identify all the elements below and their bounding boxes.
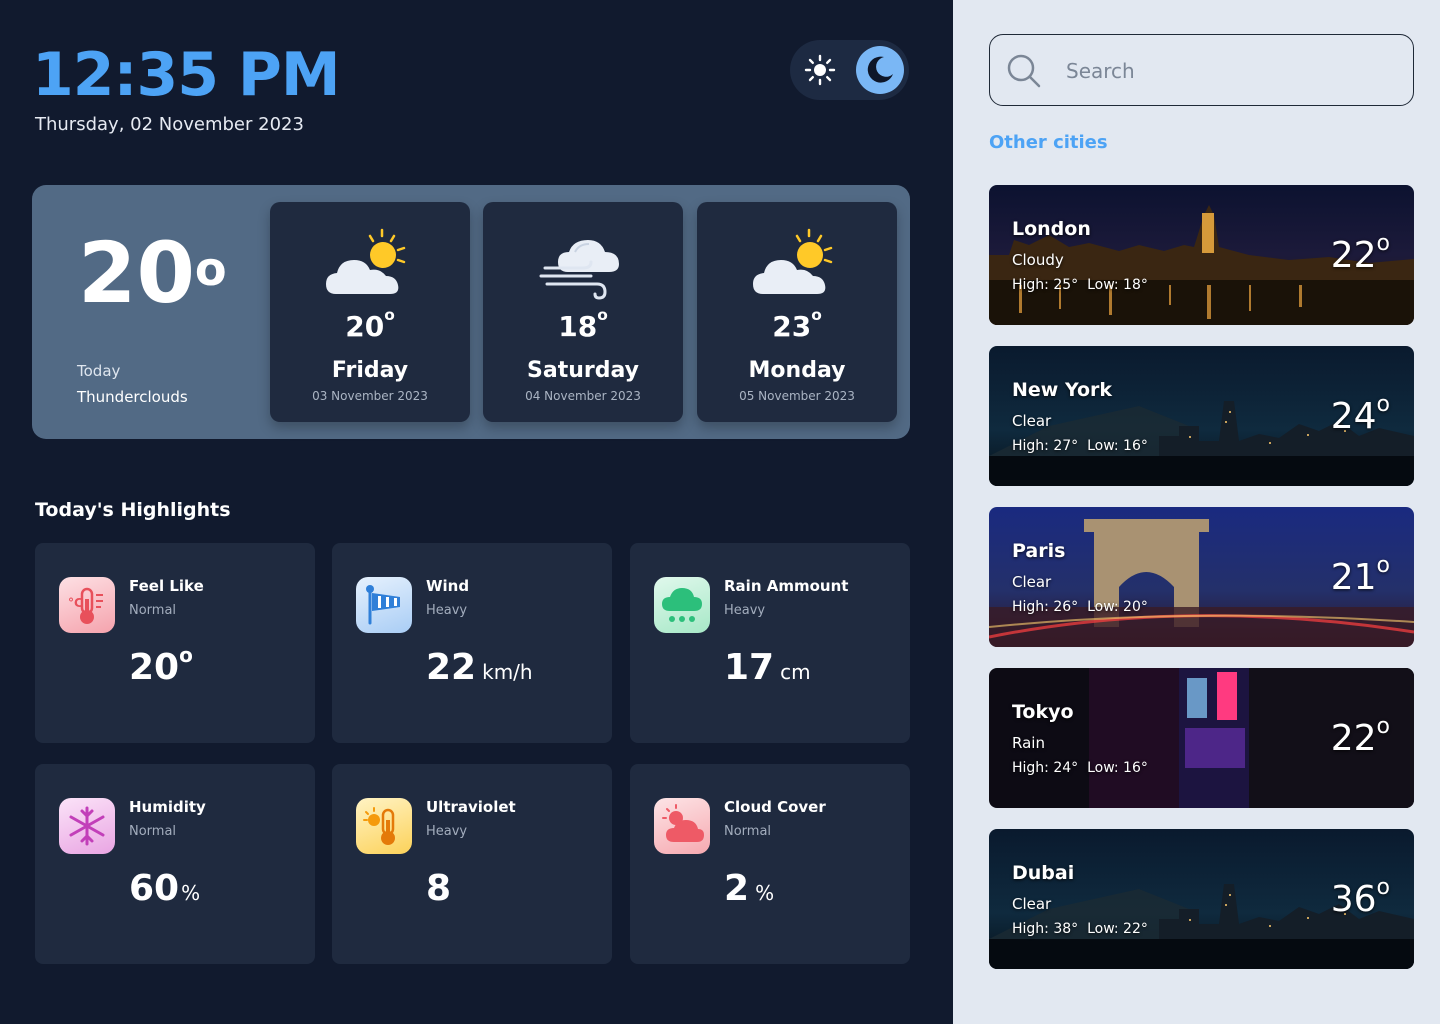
city-condition: Clear xyxy=(1012,895,1052,913)
highlight-status: Heavy xyxy=(724,603,766,618)
city-name: London xyxy=(1012,218,1091,240)
city-card-paris[interactable]: Paris Clear High: 26° Low: 20° 21o xyxy=(989,507,1414,647)
snowflake-icon xyxy=(59,798,115,854)
thermometer-icon: °C xyxy=(59,577,115,633)
forecast-card-friday[interactable]: 20o Friday 03 November 2023 xyxy=(270,202,470,422)
today-temperature: 20o xyxy=(78,224,227,322)
city-high-low: High: 27° Low: 16° xyxy=(1012,438,1148,454)
sun-thermometer-icon xyxy=(356,798,412,854)
forecast-day: Monday xyxy=(748,358,846,383)
highlights-title: Today's Highlights xyxy=(35,499,231,521)
city-condition: Clear xyxy=(1012,573,1052,591)
city-high-low: High: 24° Low: 16° xyxy=(1012,760,1148,776)
highlight-ultraviolet[interactable]: Ultraviolet Heavy 8 xyxy=(332,764,612,964)
city-name: Dubai xyxy=(1012,862,1075,884)
highlight-value: 2% xyxy=(724,868,775,909)
city-temperature: 24o xyxy=(1330,392,1390,437)
highlight-status: Heavy xyxy=(426,824,468,839)
highlight-cloud-cover[interactable]: Cloud Cover Normal 2% xyxy=(630,764,910,964)
forecast-date: 03 November 2023 xyxy=(312,389,428,403)
city-name: Tokyo xyxy=(1012,701,1074,723)
city-card-london[interactable]: London Cloudy High: 25° Low: 18° 22o xyxy=(989,185,1414,325)
city-name: Paris xyxy=(1012,540,1066,562)
highlight-label: Humidity xyxy=(129,798,206,816)
highlight-status: Heavy xyxy=(426,603,468,618)
main-panel: 12:35 PM Thursday, 02 November 2023 20o … xyxy=(0,0,953,1024)
city-condition: Cloudy xyxy=(1012,251,1064,269)
highlight-status: Normal xyxy=(129,603,177,618)
forecast-temp: 23o xyxy=(772,306,822,343)
city-temperature: 22o xyxy=(1330,231,1390,276)
sun-icon[interactable] xyxy=(804,54,836,86)
moon-button[interactable] xyxy=(856,46,904,94)
highlight-label: Feel Like xyxy=(129,577,204,595)
highlight-value: 20o xyxy=(129,643,193,688)
today-condition: Thunderclouds xyxy=(77,388,188,406)
highlight-wind[interactable]: Wind Heavy 22 km/h xyxy=(332,543,612,743)
city-condition: Clear xyxy=(1012,412,1052,430)
highlight-label: Ultraviolet xyxy=(426,798,516,816)
forecast-card-monday[interactable]: 23o Monday 05 November 2023 xyxy=(697,202,897,422)
city-card-dubai[interactable]: Dubai Clear High: 38° Low: 22° 36o xyxy=(989,829,1414,969)
forecast-card-saturday[interactable]: 18o Saturday 04 November 2023 xyxy=(483,202,683,422)
highlight-label: Rain Ammount xyxy=(724,577,849,595)
current-time: 12:35 PM xyxy=(32,40,341,110)
city-high-low: High: 38° Low: 22° xyxy=(1012,921,1148,937)
city-temperature: 21o xyxy=(1330,553,1390,598)
svg-text:°C: °C xyxy=(68,596,83,610)
forecast-temp: 20o xyxy=(345,306,395,343)
highlight-rain[interactable]: Rain Ammount Heavy 17 cm xyxy=(630,543,910,743)
highlight-value: 60% xyxy=(129,868,201,909)
city-card-tokyo[interactable]: Tokyo Rain High: 24° Low: 16° 22o xyxy=(989,668,1414,808)
city-card-new-york[interactable]: New York Clear High: 27° Low: 16° 24o xyxy=(989,346,1414,486)
forecast-date: 04 November 2023 xyxy=(525,389,641,403)
city-condition: Rain xyxy=(1012,734,1045,752)
search-box[interactable] xyxy=(989,34,1414,106)
highlight-value: 22 km/h xyxy=(426,647,533,688)
city-high-low: High: 26° Low: 20° xyxy=(1012,599,1148,615)
forecast-date: 05 November 2023 xyxy=(739,389,855,403)
today-label: Today xyxy=(77,362,121,380)
partly-sunny-icon xyxy=(753,228,833,294)
sun-cloud-icon xyxy=(654,798,710,854)
city-name: New York xyxy=(1012,379,1113,401)
forecast-day: Friday xyxy=(331,358,409,383)
city-temperature: 22o xyxy=(1330,714,1390,759)
current-date: Thursday, 02 November 2023 xyxy=(35,114,304,135)
partly-sunny-icon xyxy=(326,228,406,294)
highlight-label: Cloud Cover xyxy=(724,798,826,816)
moon-icon xyxy=(867,56,893,83)
search-icon xyxy=(1007,54,1041,88)
highlight-humidity[interactable]: Humidity Normal 60% xyxy=(35,764,315,964)
highlight-feel-like[interactable]: °C Feel Like Normal 20o xyxy=(35,543,315,743)
city-temperature: 36o xyxy=(1330,875,1390,920)
other-cities-title: Other cities xyxy=(989,132,1108,153)
city-high-low: High: 25° Low: 18° xyxy=(1012,277,1148,293)
forecast-day: Saturday xyxy=(527,358,639,383)
highlight-value: 17 cm xyxy=(724,647,811,688)
forecast-temp: 18o xyxy=(558,306,608,343)
search-input[interactable] xyxy=(1066,55,1386,87)
highlight-status: Normal xyxy=(129,824,177,839)
forecast-panel: 20o Today Thunderclouds 20o Friday 03 No… xyxy=(32,185,910,439)
rain-cloud-icon xyxy=(654,577,710,633)
highlight-label: Wind xyxy=(426,577,470,595)
theme-toggle[interactable] xyxy=(790,40,909,100)
highlight-status: Normal xyxy=(724,824,772,839)
windsock-icon xyxy=(356,577,412,633)
highlight-value: 8 xyxy=(426,868,452,909)
windy-cloud-icon xyxy=(539,240,619,300)
